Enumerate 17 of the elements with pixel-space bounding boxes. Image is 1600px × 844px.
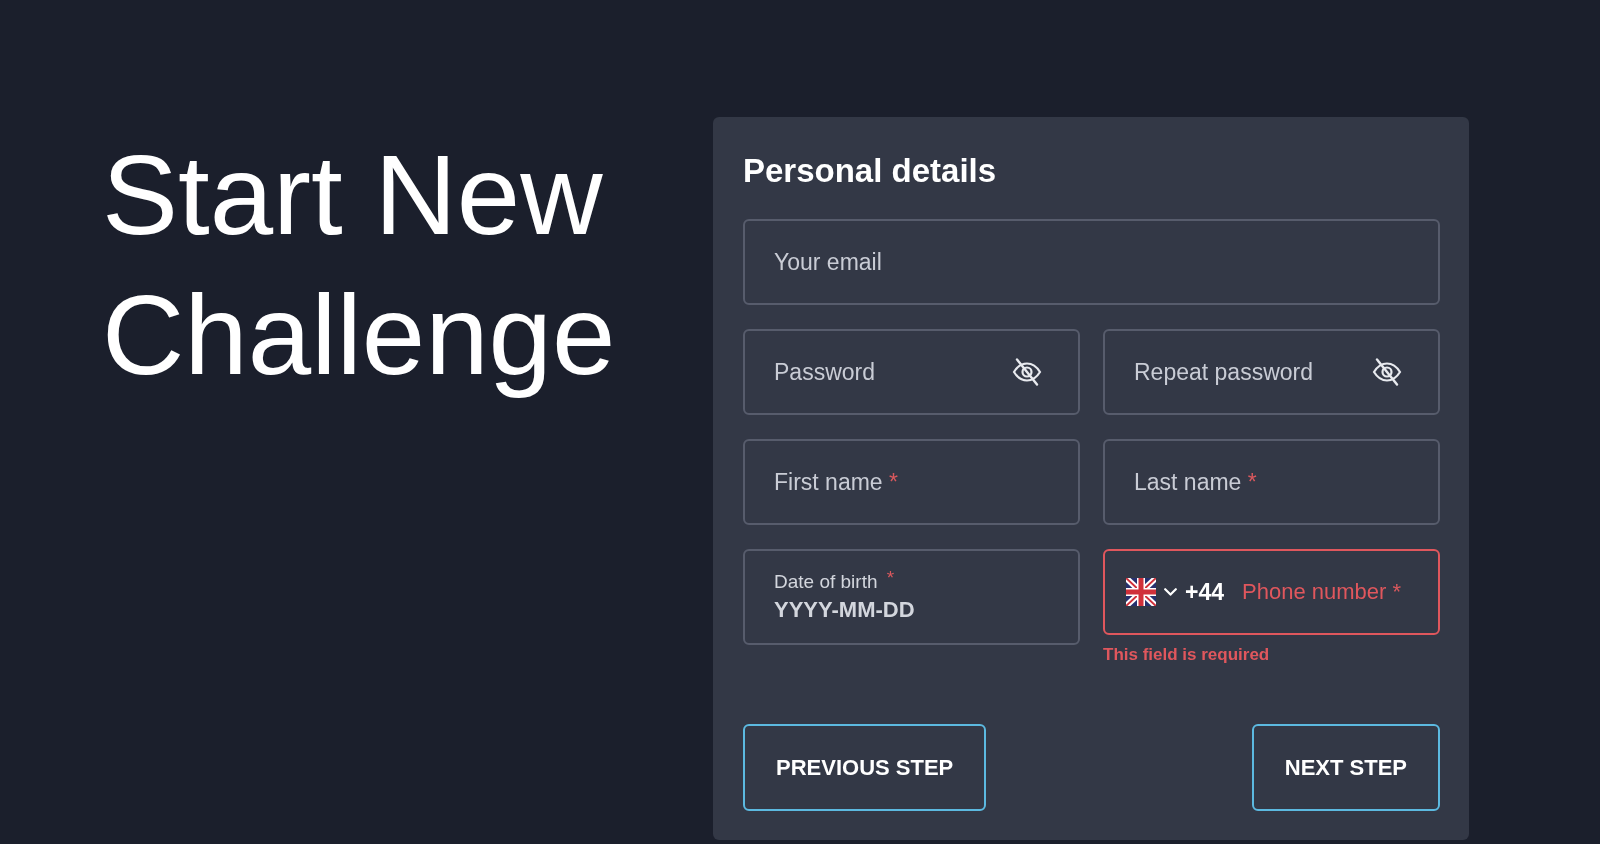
date-field[interactable]: Date of birth * YYYY-MM-DD	[743, 549, 1080, 645]
next-step-button[interactable]: NEXT STEP	[1251, 724, 1440, 811]
password-field[interactable]: Password	[743, 329, 1080, 415]
text-field[interactable]: Your email	[743, 219, 1440, 305]
country-code-select[interactable]: +44	[1126, 578, 1224, 606]
error-message: This field is required	[1103, 645, 1270, 665]
form-title: Personal details	[743, 151, 997, 191]
text-field[interactable]: First name *	[743, 439, 1080, 525]
text-field[interactable]: Last name *	[1103, 439, 1440, 525]
phone-field[interactable]: +44 Phone number *	[1103, 549, 1440, 635]
password-field[interactable]: Repeat password	[1103, 329, 1440, 415]
chevron-down-icon	[1164, 588, 1177, 596]
eye-slash-icon[interactable]	[1372, 358, 1402, 386]
eye-slash-icon[interactable]	[1012, 358, 1042, 386]
flag-icon	[1126, 578, 1156, 606]
page-heading: Start New Challenge	[102, 130, 617, 400]
previous-step-button[interactable]: PREVIOUS STEP	[743, 724, 987, 811]
